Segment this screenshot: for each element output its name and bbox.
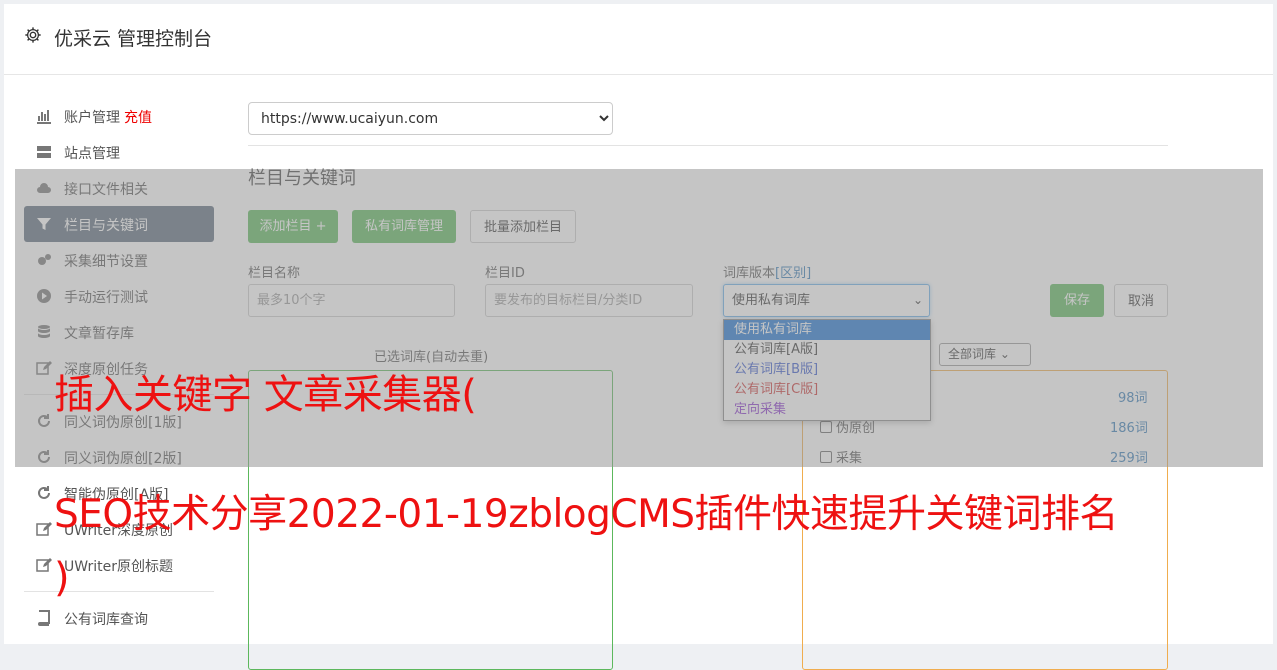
lib-row[interactable]: 采集 bbox=[820, 447, 862, 466]
dropdown-option-private[interactable]: 使用私有词库 bbox=[724, 320, 930, 340]
refresh-icon bbox=[38, 486, 50, 499]
all-lib-select[interactable]: 全部词库 ⌄ bbox=[939, 343, 1031, 366]
dropdown-option-public-b[interactable]: 公有词库[B版] bbox=[724, 360, 930, 380]
sidebar-item-label: 接口文件相关 bbox=[64, 182, 148, 198]
private-lib-button[interactable]: 私有词库管理 bbox=[352, 210, 456, 243]
sidebar-item-manual-run[interactable]: 手动运行测试 bbox=[24, 278, 214, 314]
sidebar-item-uwriter-title[interactable]: UWriter原创标题 bbox=[24, 547, 214, 583]
save-button[interactable]: 保存 bbox=[1050, 284, 1104, 317]
lib-version-label: 词库版本[区别] bbox=[723, 266, 812, 281]
database-icon bbox=[38, 325, 50, 338]
recharge-link[interactable]: 充值 bbox=[124, 110, 152, 126]
chevron-down-icon: ⌄ bbox=[912, 293, 923, 307]
console-panel: 优采云 管理控制台 账户管理 充值 站点管理 接口文件相关 栏目与关键词 采集细节… bbox=[4, 4, 1273, 670]
sidebar-item-account[interactable]: 账户管理 充值 bbox=[24, 98, 214, 134]
overlay-text-line2: SEO技术分享2022-01-19zblogCMS插件快速提升关键词排名 bbox=[54, 492, 1119, 537]
overlay-text-line1: 插入关键字 文章采集器( bbox=[54, 372, 477, 418]
sidebar-item-interface[interactable]: 接口文件相关 bbox=[24, 170, 214, 206]
sidebar-item-label: 公有词库查询 bbox=[64, 612, 148, 628]
divider bbox=[248, 145, 1168, 146]
refresh-icon bbox=[38, 450, 50, 463]
sidebar-item-label: 同义词伪原创[2版] bbox=[64, 451, 182, 467]
section-title: 栏目与关键词 bbox=[248, 168, 356, 189]
sidebar-item-label: 账户管理 bbox=[64, 110, 120, 126]
lib-count: 259词 bbox=[1110, 451, 1148, 466]
sidebar-item-public-lib[interactable]: 公有词库查询 bbox=[24, 600, 214, 636]
sidebar-divider bbox=[24, 591, 214, 592]
cancel-button[interactable]: 取消 bbox=[1114, 284, 1168, 317]
gear-icon bbox=[25, 27, 41, 43]
refresh-icon bbox=[38, 414, 50, 427]
sidebar-item-columns[interactable]: 栏目与关键词 bbox=[24, 206, 214, 242]
lib-count: 98词 bbox=[1118, 391, 1148, 406]
overlay-text-line3: ) bbox=[54, 555, 70, 601]
sidebar-item-article-storage[interactable]: 文章暂存库 bbox=[24, 314, 214, 350]
server-icon bbox=[37, 146, 51, 158]
header: 优采云 管理控制台 bbox=[4, 4, 1273, 75]
sidebar-item-label: 站点管理 bbox=[64, 146, 120, 162]
book-icon bbox=[38, 610, 50, 626]
dropdown-option-public-c[interactable]: 公有词库[C版] bbox=[724, 380, 930, 400]
play-icon bbox=[37, 289, 51, 303]
difference-link[interactable]: [区别] bbox=[775, 266, 811, 281]
batch-add-button[interactable]: 批量添加栏目 bbox=[470, 210, 576, 243]
sidebar-item-label: 采集细节设置 bbox=[64, 254, 148, 270]
lib-version-select[interactable]: 使用私有词库 ⌄ bbox=[723, 284, 930, 317]
checkbox[interactable] bbox=[820, 451, 832, 463]
dropdown-option-directed[interactable]: 定向采集 bbox=[724, 400, 930, 420]
sidebar-item-label: 手动运行测试 bbox=[64, 290, 148, 306]
column-name-label: 栏目名称 bbox=[248, 266, 301, 281]
filter-icon bbox=[37, 218, 51, 230]
cloud-upload-icon bbox=[37, 183, 51, 193]
checkbox[interactable] bbox=[820, 421, 832, 433]
lib-version-dropdown: 使用私有词库 公有词库[A版] 公有词库[B版] 公有词库[C版] 定向采集 bbox=[723, 319, 931, 421]
bar-chart-icon bbox=[37, 110, 51, 124]
page-title: 优采云 管理控制台 bbox=[54, 28, 213, 50]
site-select[interactable]: https://www.ucaiyun.com bbox=[248, 102, 613, 135]
sidebar-item-label: UWriter原创标题 bbox=[64, 559, 173, 575]
lib-count: 186词 bbox=[1110, 421, 1148, 436]
sidebar: 账户管理 充值 站点管理 接口文件相关 栏目与关键词 采集细节设置 手动运行测试 … bbox=[24, 98, 214, 636]
sidebar-item-synonym-v2[interactable]: 同义词伪原创[2版] bbox=[24, 439, 214, 475]
add-column-button[interactable]: 添加栏目 + bbox=[248, 210, 338, 243]
sidebar-item-sites[interactable]: 站点管理 bbox=[24, 134, 214, 170]
cogs-icon bbox=[38, 254, 51, 265]
selected-lib-title: 已选词库(自动去重) bbox=[374, 350, 489, 365]
edit-icon bbox=[36, 522, 52, 536]
dropdown-option-public-a[interactable]: 公有词库[A版] bbox=[724, 340, 930, 360]
sidebar-item-collect-settings[interactable]: 采集细节设置 bbox=[24, 242, 214, 278]
sidebar-item-label: 栏目与关键词 bbox=[64, 218, 148, 234]
column-id-input[interactable]: 要发布的目标栏目/分类ID bbox=[485, 284, 693, 317]
column-name-input[interactable]: 最多10个字 bbox=[248, 284, 455, 317]
sidebar-item-label: 文章暂存库 bbox=[64, 326, 134, 342]
edit-icon bbox=[36, 361, 52, 375]
edit-icon bbox=[36, 558, 52, 572]
column-id-label: 栏目ID bbox=[485, 266, 525, 281]
